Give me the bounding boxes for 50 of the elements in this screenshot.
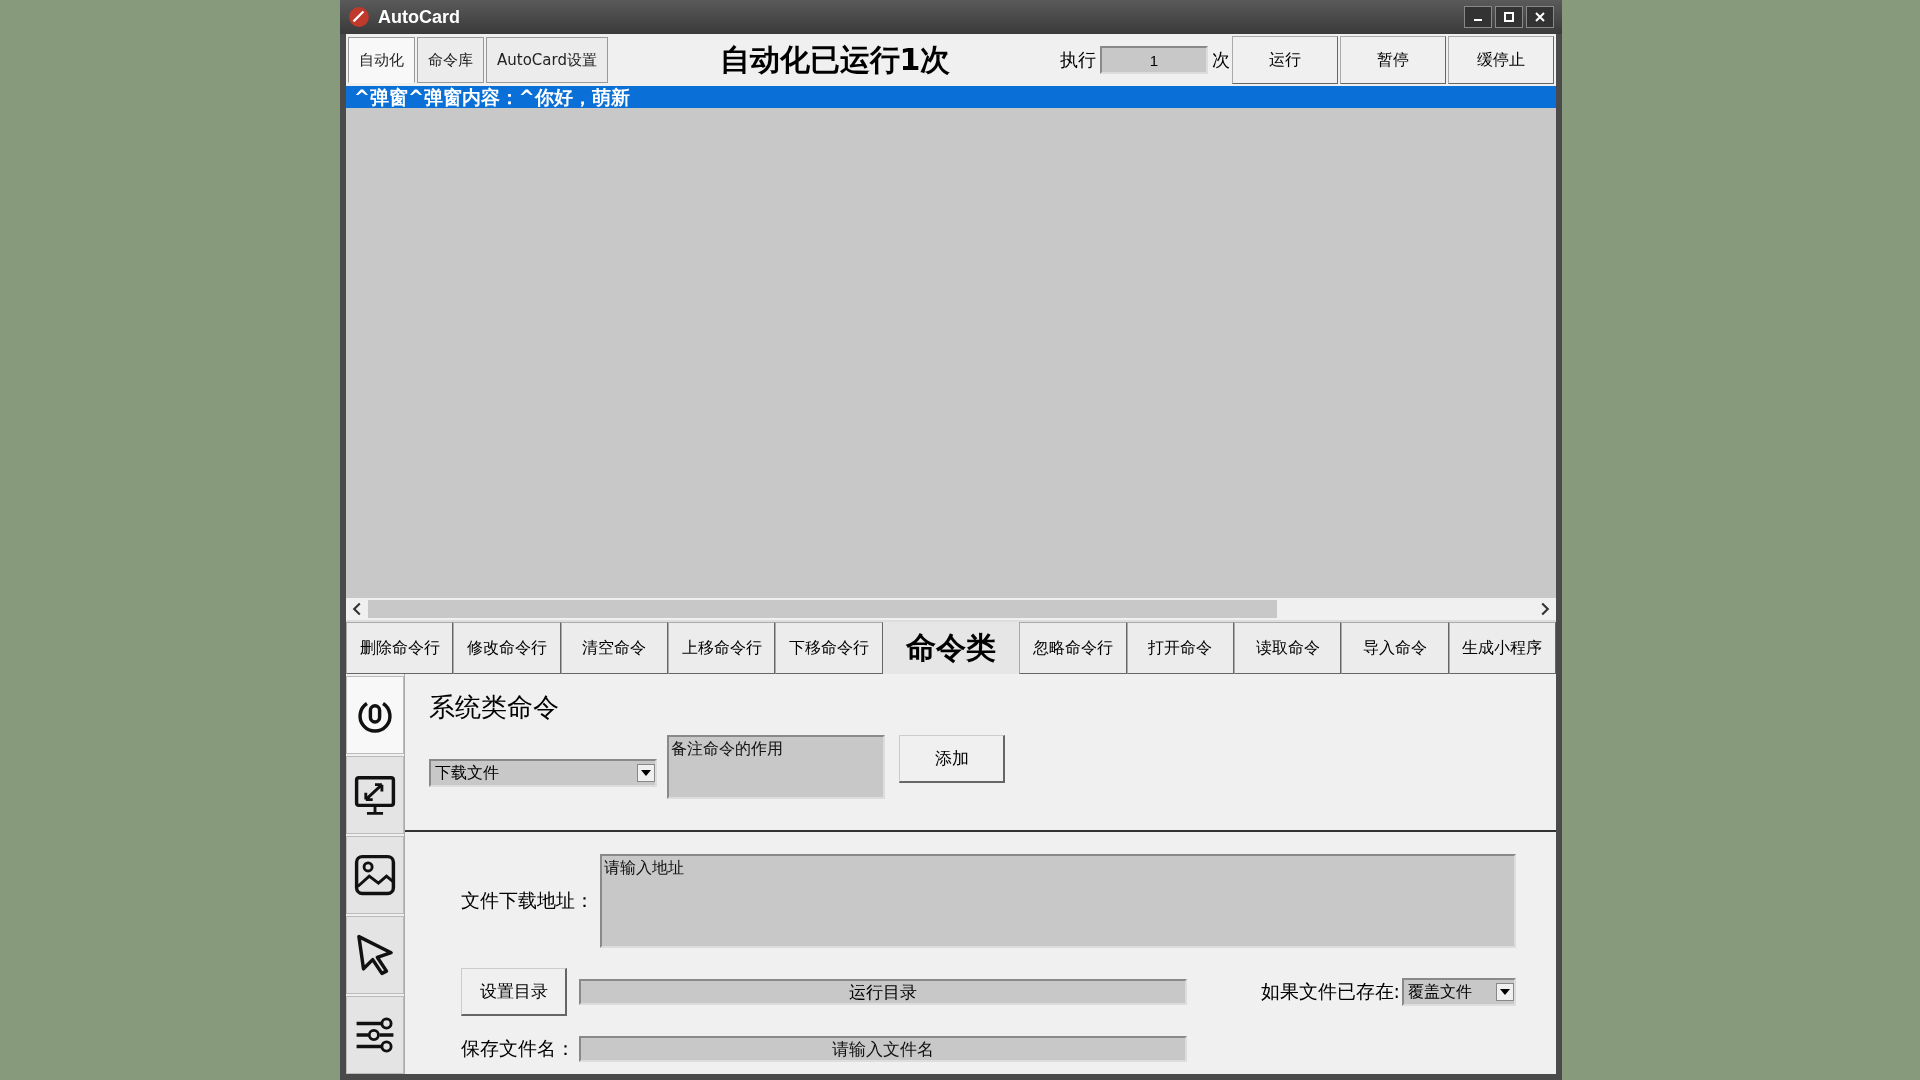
tab[interactable]: 自动化	[348, 37, 415, 83]
category-tab[interactable]	[346, 916, 404, 994]
category-tab[interactable]	[346, 756, 404, 834]
toolbar-button[interactable]: 读取命令	[1234, 622, 1342, 674]
toolbar-button[interactable]: 打开命令	[1126, 622, 1235, 674]
minimize-button[interactable]	[1464, 6, 1492, 28]
add-button[interactable]: 添加	[899, 735, 1005, 783]
file-name-label: 保存文件名：	[461, 1036, 575, 1061]
toolbar-button[interactable]: 清空命令	[560, 622, 668, 674]
toolbar-button[interactable]: 修改命令行	[453, 622, 561, 674]
execute-label: 执行	[1060, 48, 1096, 72]
command-dropdown[interactable]: 下载文件	[429, 759, 657, 787]
category-tab[interactable]	[346, 676, 404, 754]
app-logo-icon	[348, 6, 370, 28]
note-field[interactable]: 备注命令的作用	[667, 735, 885, 799]
maximize-button[interactable]	[1495, 6, 1523, 28]
command-row[interactable]: ^弹窗^弹窗内容：^你好，萌新	[346, 86, 1556, 108]
count-field[interactable]: 1	[1100, 46, 1208, 74]
file-exists-label: 如果文件已存在:	[1260, 979, 1400, 1004]
category-heading: 命令类	[882, 622, 1020, 674]
toolbar-button[interactable]: 上移命令行	[667, 622, 776, 674]
set-directory-button[interactable]: 设置目录	[461, 968, 567, 1016]
url-label: 文件下载地址：	[461, 888, 594, 913]
maximize-icon	[1504, 12, 1514, 22]
toolbar-button[interactable]: 生成小程序	[1448, 622, 1557, 674]
scroll-thumb[interactable]	[368, 600, 1278, 618]
category-tab[interactable]	[346, 996, 404, 1074]
unit-label: 次	[1212, 48, 1230, 72]
toolbar-button[interactable]: 忽略命令行	[1019, 622, 1127, 674]
run-control-button[interactable]: 暂停	[1340, 36, 1446, 84]
run-control-button[interactable]: 运行	[1232, 36, 1338, 84]
tab[interactable]: AutoCard设置	[486, 37, 608, 83]
image-icon	[352, 852, 398, 898]
toolbar-button[interactable]: 下移命令行	[775, 622, 883, 674]
run-status: 自动化已运行1次	[718, 40, 952, 79]
window-title: AutoCard	[378, 6, 460, 28]
run-control-button[interactable]: 缓停止	[1448, 36, 1554, 84]
url-field[interactable]: 请输入地址	[600, 854, 1516, 948]
toolbar-button[interactable]: 删除命令行	[346, 622, 454, 674]
file-exists-dropdown[interactable]: 覆盖文件	[1402, 978, 1516, 1006]
directory-field[interactable]: 运行目录	[579, 979, 1187, 1005]
close-icon	[1535, 12, 1545, 22]
category-tab[interactable]	[346, 836, 404, 914]
panel-title: 系统类命令	[429, 691, 560, 724]
toolbar-button[interactable]: 导入命令	[1341, 622, 1449, 674]
file-name-field[interactable]: 请输入文件名	[579, 1036, 1187, 1062]
close-button[interactable]	[1526, 6, 1554, 28]
tab[interactable]: 命令库	[417, 37, 484, 83]
horizontal-scrollbar[interactable]	[346, 598, 1556, 620]
minimize-icon	[1474, 19, 1482, 21]
